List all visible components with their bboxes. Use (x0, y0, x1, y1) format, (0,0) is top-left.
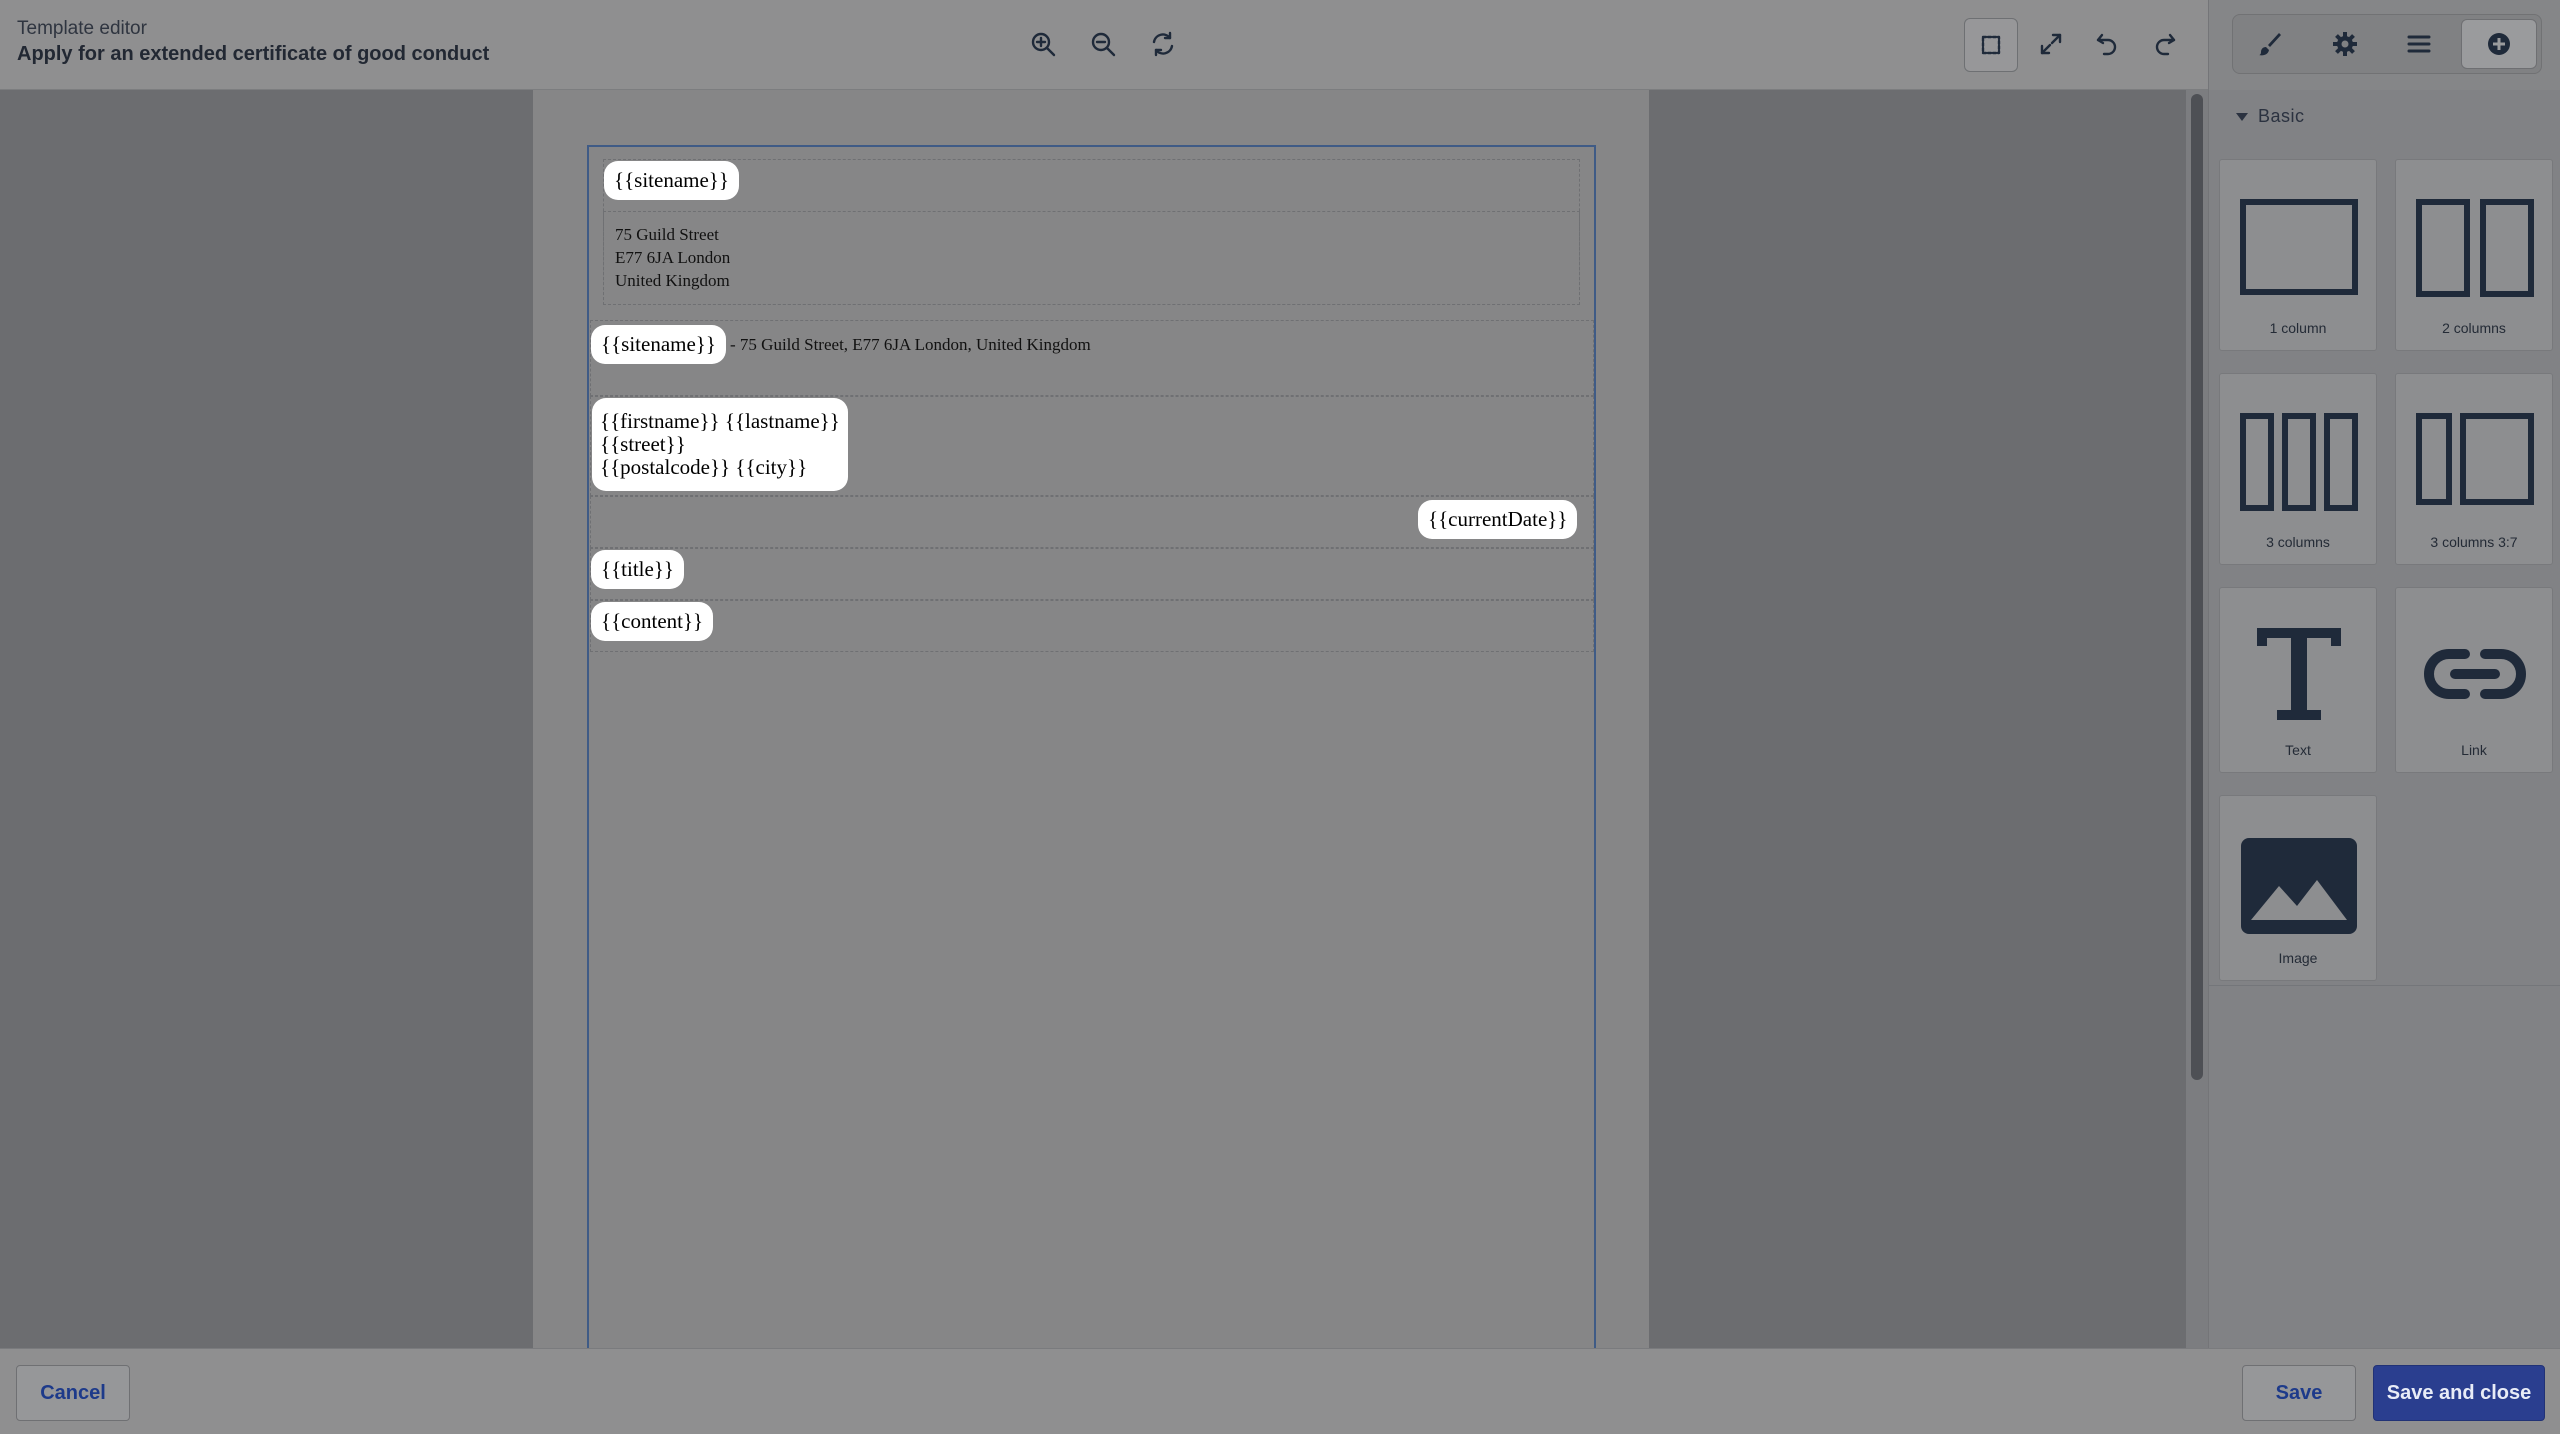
fullscreen-button[interactable] (2024, 17, 2078, 71)
page-title: Apply for an extended certificate of goo… (17, 43, 490, 65)
caret-down-icon (2236, 112, 2248, 121)
zoom-out-button[interactable] (1076, 17, 1130, 71)
gear-icon (2332, 32, 2357, 56)
one-column-icon (2240, 199, 2358, 295)
zoom-in-icon (1031, 32, 1056, 57)
three-columns-icon (2240, 413, 2358, 511)
block-label: 2 columns (2442, 320, 2506, 336)
title-section[interactable] (590, 548, 1594, 600)
show-outlines-button[interactable] (1964, 18, 2018, 72)
content-section[interactable] (590, 600, 1594, 652)
block-text[interactable]: Text (2219, 587, 2377, 773)
two-columns-icon (2416, 199, 2534, 297)
tab-style-manager[interactable] (2233, 15, 2308, 73)
sender-line-section[interactable] (590, 320, 1594, 396)
category-label: Basic (2258, 106, 2305, 126)
block-label: 1 column (2269, 320, 2327, 336)
header-subtitle: Template editor (17, 18, 147, 39)
editor-footer (0, 1348, 2560, 1434)
sitename-placeholder[interactable]: {{sitename}} (604, 161, 739, 200)
layers-icon (2407, 35, 2431, 53)
image-icon (2241, 838, 2357, 934)
redo-button[interactable] (2138, 17, 2192, 71)
recipient-address-placeholder[interactable]: {{firstname}} {{lastname}} {{street}} {{… (592, 398, 848, 491)
address-line: 75 Guild Street (615, 225, 719, 244)
block-label: 3 columns 3:7 (2430, 534, 2518, 550)
refresh-button[interactable] (1136, 17, 1190, 71)
fullscreen-icon (2040, 33, 2062, 55)
category-basic[interactable]: Basic (2236, 106, 2305, 127)
block-label: 3 columns (2266, 534, 2330, 550)
recipient-street-line: {{street}} (600, 432, 686, 456)
recipient-name-line: {{firstname}} {{lastname}} (600, 409, 840, 433)
block-2-columns[interactable]: 2 columns (2395, 159, 2553, 351)
title-placeholder[interactable]: {{title}} (591, 550, 684, 589)
block-label: Image (2278, 950, 2318, 966)
zoom-in-button[interactable] (1016, 17, 1070, 71)
undo-icon (2096, 33, 2117, 56)
block-image[interactable]: Image (2219, 795, 2377, 981)
save-button[interactable]: Save (2242, 1365, 2356, 1421)
save-and-close-button[interactable]: Save and close (2373, 1365, 2545, 1421)
address-line: United Kingdom (615, 271, 730, 290)
add-block-icon (2487, 33, 2510, 55)
columns-3-7-icon (2416, 413, 2534, 505)
recipient-city-line: {{postalcode}} {{city}} (600, 455, 808, 479)
company-address: 75 Guild Street E77 6JA London United Ki… (615, 223, 730, 292)
block-1-column[interactable]: 1 column (2219, 159, 2377, 351)
block-label: Text (2285, 742, 2311, 758)
block-3-columns[interactable]: 3 columns (2219, 373, 2377, 565)
link-icon (2424, 649, 2526, 699)
canvas-scrollbar-thumb[interactable] (2191, 94, 2203, 1080)
content-placeholder[interactable]: {{content}} (591, 602, 714, 641)
sender-address-line: - 75 Guild Street, E77 6JA London, Unite… (730, 335, 1091, 354)
cancel-button[interactable]: Cancel (16, 1365, 130, 1421)
refresh-icon (1152, 31, 1174, 57)
current-date-placeholder[interactable]: {{currentDate}} (1418, 500, 1578, 539)
tab-settings[interactable] (2308, 15, 2383, 73)
tab-blocks[interactable] (2460, 19, 2537, 69)
undo-button[interactable] (2080, 17, 2134, 71)
address-block[interactable] (603, 211, 1580, 305)
editor-header: Template editor Apply for an extended ce… (0, 0, 2560, 90)
text-icon (2257, 628, 2341, 720)
select-outline-icon (1981, 35, 2001, 55)
redo-icon (2155, 33, 2176, 56)
zoom-out-icon (1091, 32, 1116, 57)
brush-icon (2259, 33, 2282, 56)
block-link[interactable]: Link (2395, 587, 2553, 773)
address-line: E77 6JA London (615, 248, 731, 267)
tab-layers[interactable] (2382, 15, 2457, 73)
block-3-columns-3-7[interactable]: 3 columns 3:7 (2395, 373, 2553, 565)
sender-sitename-placeholder[interactable]: {{sitename}} (591, 325, 726, 364)
panel-tabs (2232, 14, 2542, 74)
block-label: Link (2461, 742, 2487, 758)
